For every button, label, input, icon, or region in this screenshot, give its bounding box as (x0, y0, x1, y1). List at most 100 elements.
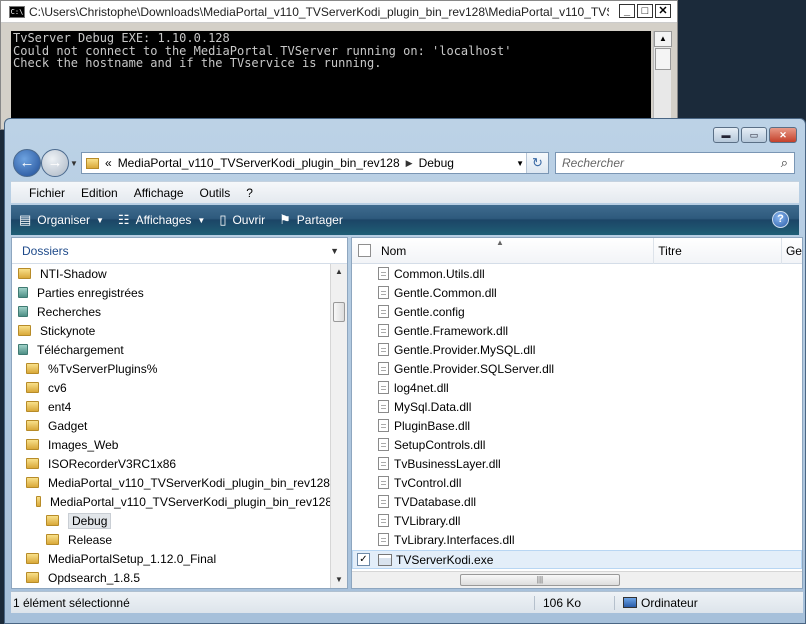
console-titlebar[interactable]: C:\ C:\Users\Christophe\Downloads\MediaP… (1, 1, 677, 23)
select-all-checkbox[interactable] (358, 244, 371, 257)
close-button[interactable]: ✕ (655, 4, 671, 18)
folder-icon (26, 363, 39, 374)
folder-tree-item[interactable]: Téléchargement (12, 340, 332, 359)
forward-button[interactable]: → (41, 149, 69, 177)
folder-tree-item[interactable]: Stickynote (12, 321, 332, 340)
folder-tree-item[interactable]: cv6 (12, 378, 332, 397)
folder-icon (26, 572, 39, 583)
scroll-down-icon[interactable]: ▼ (331, 572, 347, 588)
maximize-button[interactable]: ▭ (741, 127, 767, 143)
column-genre[interactable]: Ge (782, 238, 802, 264)
folder-icon (18, 287, 28, 298)
file-row[interactable]: TVDatabase.dll (352, 492, 802, 511)
file-row[interactable]: Gentle.Common.dll (352, 283, 802, 302)
explorer-window[interactable]: ▬ ▭ ✕ ← → ▼ « MediaPortal_v110_TVServerK… (4, 118, 806, 624)
console-scrollbar[interactable]: ▲ (653, 31, 672, 131)
search-input[interactable]: Rechercher ⌕ (555, 152, 795, 174)
share-icon: ⚑ (279, 212, 291, 227)
folder-tree-item[interactable]: Parties enregistrées (12, 283, 332, 302)
folder-tree-item[interactable]: Recherches (12, 302, 332, 321)
menu-tools[interactable]: Outils (200, 186, 231, 200)
views-button[interactable]: ☷ Affichages ▼ (118, 212, 205, 228)
scroll-thumb[interactable] (655, 48, 671, 70)
help-icon[interactable]: ? (772, 211, 789, 228)
collapse-icon[interactable]: ▼ (330, 246, 339, 256)
breadcrumb-separator-icon[interactable]: ▶ (406, 158, 413, 169)
address-bar[interactable]: « MediaPortal_v110_TVServerKodi_plugin_b… (81, 152, 549, 174)
folder-tree-item[interactable]: MediaPortalSetup_1.12.0_Final (12, 549, 332, 568)
search-icon[interactable]: ⌕ (781, 155, 788, 171)
file-name: Gentle.Framework.dll (394, 323, 509, 338)
folder-tree-item[interactable]: %TvServerPlugins% (12, 359, 332, 378)
file-row[interactable]: SetupControls.dll (352, 435, 802, 454)
folder-tree-item[interactable]: Gadget (12, 416, 332, 435)
column-name[interactable]: Nom (377, 238, 655, 264)
file-row[interactable]: Gentle.Provider.MySQL.dll (352, 340, 802, 359)
folder-tree-item[interactable]: Debug (12, 511, 332, 530)
folder-tree-item[interactable]: NTI-Shadow (12, 264, 332, 283)
document-icon (378, 305, 389, 318)
minimize-button[interactable]: ▬ (713, 127, 739, 143)
scroll-thumb[interactable]: ||| (460, 574, 620, 586)
folder-icon (26, 439, 39, 450)
folders-header[interactable]: Dossiers ▼ (12, 238, 347, 264)
folder-tree-item[interactable]: ISORecorderV3RC1x86 (12, 454, 332, 473)
file-row[interactable]: TvControl.dll (352, 473, 802, 492)
file-row[interactable]: TvBusinessLayer.dll (352, 454, 802, 473)
folder-tree-item[interactable]: Release (12, 530, 332, 549)
folder-label: Release (68, 532, 113, 547)
share-button[interactable]: ⚑ Partager (279, 212, 343, 228)
scroll-up-icon[interactable]: ▲ (654, 31, 672, 47)
file-row[interactable]: TvLibrary.Interfaces.dll (352, 530, 802, 549)
file-row[interactable]: Gentle.config (352, 302, 802, 321)
file-row[interactable]: Gentle.Framework.dll (352, 321, 802, 340)
column-title[interactable]: Titre (654, 238, 782, 264)
menu-edit[interactable]: Edition (81, 186, 118, 200)
breadcrumb-segment[interactable]: Debug (419, 156, 454, 170)
folder-tree-item[interactable]: ent4 (12, 397, 332, 416)
folder-icon (36, 496, 42, 507)
back-button[interactable]: ← (13, 149, 41, 177)
menu-help[interactable]: ? (246, 186, 253, 200)
address-dropdown-icon[interactable]: ▼ (516, 159, 524, 168)
console-window[interactable]: C:\ C:\Users\Christophe\Downloads\MediaP… (0, 0, 678, 131)
close-button[interactable]: ✕ (769, 127, 797, 143)
menu-view[interactable]: Affichage (134, 186, 184, 200)
folder-tree-item[interactable]: MediaPortal_v110_TVServerKodi_plugin_bin… (12, 473, 332, 492)
file-row[interactable]: TVLibrary.dll (352, 511, 802, 530)
folder-icon (46, 515, 59, 526)
file-name: TvControl.dll (394, 475, 462, 490)
minimize-button[interactable]: _ (619, 4, 635, 18)
sort-ascending-icon: ▲ (496, 238, 504, 247)
chevron-down-icon: ▼ (197, 215, 206, 225)
folder-tree-item[interactable]: MediaPortal_v110_TVServerKodi_plugin_bin… (12, 492, 332, 511)
organize-button[interactable]: ▤ Organiser ▼ (19, 212, 104, 228)
maximize-button[interactable]: □ (637, 4, 653, 18)
breadcrumb-segment[interactable]: MediaPortal_v110_TVServerKodi_plugin_bin… (118, 156, 400, 170)
file-row[interactable]: Common.Utils.dll (352, 264, 802, 283)
row-checkbox[interactable]: ✓ (357, 553, 370, 566)
folder-label: cv6 (48, 380, 67, 395)
file-list: Common.Utils.dll Gentle.Common.dll Gentle.… (352, 264, 802, 569)
file-row-selected[interactable]: ✓ TVServerKodi.exe (352, 550, 802, 569)
folders-header-label: Dossiers (22, 243, 69, 258)
folder-tree-item[interactable]: Opdsearch_1.8.5 (12, 568, 332, 587)
files-hscrollbar[interactable]: ||| (352, 571, 802, 588)
document-icon (378, 476, 389, 489)
menu-file[interactable]: Fichier (29, 186, 65, 200)
file-row[interactable]: log4net.dll (352, 378, 802, 397)
refresh-button[interactable]: ↻ (526, 153, 548, 173)
file-row[interactable]: Gentle.Provider.SQLServer.dll (352, 359, 802, 378)
console-output: TvServer Debug EXE: 1.10.0.128 Could not … (11, 31, 651, 131)
folders-scrollbar[interactable]: ▲ ▼ (330, 264, 347, 588)
scroll-up-icon[interactable]: ▲ (331, 264, 347, 280)
open-button[interactable]: ▯ Ouvrir (219, 212, 265, 228)
file-row[interactable]: PluginBase.dll (352, 416, 802, 435)
folder-icon (18, 268, 31, 279)
history-dropdown-icon[interactable]: ▼ (70, 159, 78, 168)
folder-tree-item[interactable]: Images_Web (12, 435, 332, 454)
address-overflow[interactable]: « (105, 156, 112, 170)
scroll-thumb[interactable] (333, 302, 345, 322)
file-row[interactable]: MySql.Data.dll (352, 397, 802, 416)
document-icon (378, 362, 389, 375)
